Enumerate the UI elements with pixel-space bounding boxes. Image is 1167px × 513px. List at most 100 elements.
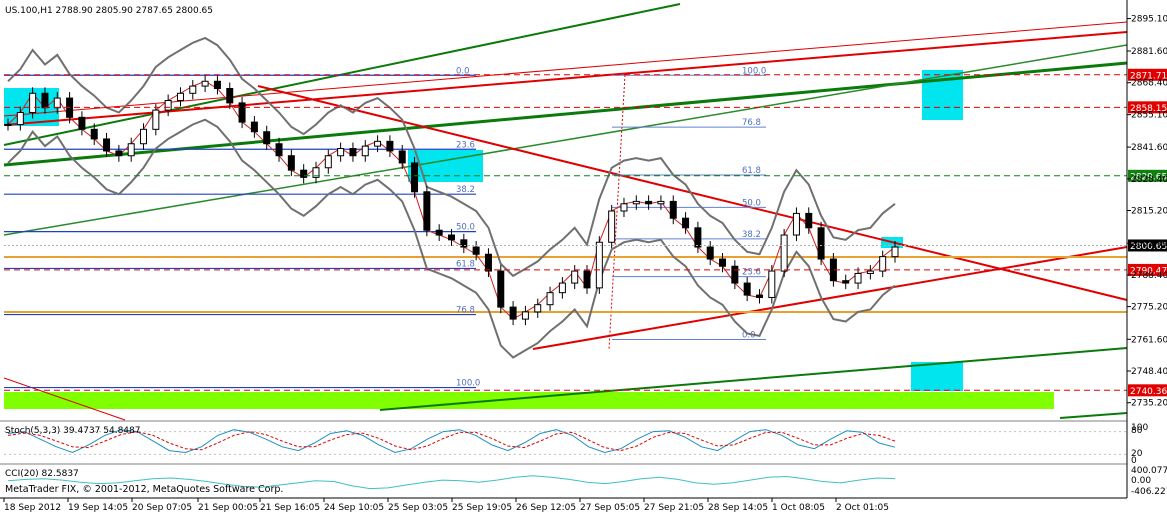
candle-body <box>879 256 887 272</box>
time-tick-label: 20 Sep 07:05 <box>132 503 192 513</box>
time-tick-label: 1 Oct 08:05 <box>772 503 825 513</box>
candle-body <box>842 280 850 284</box>
candle-body <box>16 112 24 126</box>
candle-body <box>115 150 123 157</box>
candle-body <box>127 143 135 157</box>
candle-body <box>386 140 394 152</box>
candle-body <box>140 128 148 145</box>
candle-body <box>719 258 727 267</box>
candle-body <box>521 311 529 320</box>
price-tick-label: 2815.20 <box>1131 207 1167 217</box>
price-tick-label: 2828.40 <box>1131 175 1167 185</box>
stoch-label: Stoch(5,3,3) 39.4737 54.8487 <box>5 426 140 436</box>
candle-body <box>226 87 234 104</box>
stoch-tick-label: 80 <box>1131 426 1143 436</box>
candle-body <box>682 217 690 229</box>
candle-body <box>238 102 246 123</box>
candle-body <box>349 148 357 157</box>
price-tick-label: 2855.10 <box>1131 111 1167 121</box>
candle-body <box>4 124 12 127</box>
time-tick-label: 27 Sep 05:05 <box>580 503 640 513</box>
time-tick-label: 2 Oct 01:05 <box>836 503 889 513</box>
time-tick-label: 18 Sep 2012 <box>4 503 61 513</box>
time-tick-label: 21 Sep 16:05 <box>260 503 320 513</box>
candle-body <box>324 155 332 169</box>
candle-body <box>29 92 37 114</box>
price-tick-label: 2841.60 <box>1131 143 1167 153</box>
candle-body <box>374 140 382 147</box>
candle-body <box>164 99 172 111</box>
candle-body <box>398 150 406 164</box>
candle-body <box>632 200 640 205</box>
candle-body <box>41 92 49 109</box>
fib-left-label: 23.6 <box>456 140 475 150</box>
price-tick-label: 2801.60 <box>1131 239 1167 249</box>
candle-body <box>509 306 517 320</box>
candle-body <box>497 270 505 308</box>
candle-body <box>805 212 813 229</box>
candle-body <box>817 227 825 260</box>
candle-body <box>484 253 492 272</box>
candle-body <box>657 200 665 205</box>
fib-right-label: 76.8 <box>742 118 761 128</box>
candle-body <box>866 270 874 274</box>
time-tick-label: 28 Sep 14:05 <box>708 503 768 513</box>
candle-body <box>435 229 443 236</box>
candle-body <box>103 138 111 152</box>
candle-body <box>620 203 628 212</box>
price-tick-label: 2788.40 <box>1131 271 1167 281</box>
time-tick-label: 19 Sep 14:05 <box>68 503 128 513</box>
candle-body <box>583 270 591 289</box>
fib-right-label: 23.6 <box>742 268 761 278</box>
candle-body <box>201 80 209 87</box>
fib-left-label: 38.2 <box>456 185 475 195</box>
candle-body <box>891 246 899 258</box>
candle-body <box>250 121 258 133</box>
candle-body <box>755 294 763 298</box>
price-tick-label: 2748.40 <box>1131 367 1167 377</box>
candle-body <box>213 80 221 89</box>
cci-tick-label: -406.227 <box>1131 487 1167 497</box>
candle-body <box>571 270 579 284</box>
candle-body <box>472 246 480 255</box>
candle-body <box>152 109 160 130</box>
price-tick-label: 2881.60 <box>1131 47 1167 57</box>
cyan-box-bottom-right <box>911 362 963 391</box>
candle-body <box>768 270 776 298</box>
price-tick-label: 2895.10 <box>1131 15 1167 25</box>
candle-body <box>595 241 603 289</box>
candle-body <box>780 234 788 272</box>
candle-body <box>854 272 862 284</box>
candle-body <box>361 145 369 157</box>
candle-body <box>423 191 431 231</box>
candle-body <box>448 234 455 241</box>
candle-body <box>743 282 751 296</box>
price-tag-label: 2740.36 <box>1130 387 1167 397</box>
candle-body <box>694 227 702 248</box>
time-tick-label: 21 Sep 00:05 <box>198 503 258 513</box>
fib-left-label: 61.8 <box>456 259 475 269</box>
candle-body <box>189 85 197 94</box>
candle-body <box>546 292 554 306</box>
support-zone <box>4 392 1054 409</box>
candle-body <box>287 155 295 171</box>
time-tick-label: 26 Sep 12:05 <box>516 503 576 513</box>
fib-right-label: 61.8 <box>742 166 761 176</box>
fib-right-label: 38.2 <box>742 230 761 240</box>
price-tick-label: 2761.60 <box>1131 335 1167 345</box>
time-tick-label: 24 Sep 10:05 <box>324 503 384 513</box>
price-tick-label: 2775.20 <box>1131 303 1167 313</box>
candle-body <box>176 92 184 101</box>
candle-body <box>411 162 419 193</box>
fib-left-label: 100.0 <box>456 379 480 389</box>
candle-body <box>263 131 271 145</box>
fib-left-label: 76.8 <box>456 306 475 316</box>
fib-right-label: 50.0 <box>742 198 761 208</box>
symbol-header: US.100,H1 2788.90 2805.90 2787.65 2800.6… <box>5 6 213 16</box>
cci-tick-label: 0.00 <box>1131 476 1151 486</box>
chart-window[interactable]: 0.023.638.250.061.876.8100.0100.076.861.… <box>0 0 1167 513</box>
candle-body <box>792 212 800 236</box>
cci-label: CCI(20) 82.5837 <box>5 469 79 479</box>
candle-body <box>706 246 714 260</box>
candle-body <box>645 200 653 205</box>
